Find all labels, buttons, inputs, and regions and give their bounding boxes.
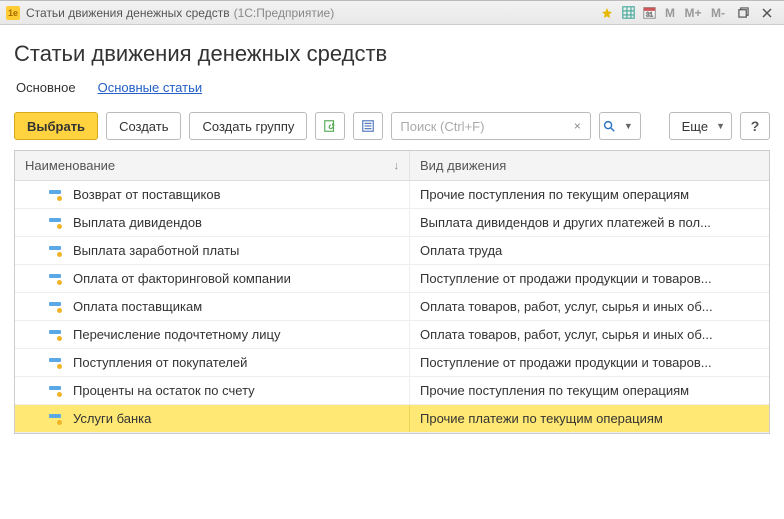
- more-button[interactable]: Еще ▼: [669, 112, 732, 140]
- cell-kind-text: Поступление от продажи продукции и товар…: [420, 355, 712, 370]
- tab-main[interactable]: Основное: [14, 77, 78, 98]
- cell-name-text: Оплата поставщикам: [73, 299, 202, 314]
- cell-kind-text: Оплата товаров, работ, услуг, сырья и ин…: [420, 299, 713, 314]
- cell-kind-text: Прочие поступления по текущим операциям: [420, 187, 689, 202]
- item-icon: [49, 301, 63, 313]
- memory-mminus-button[interactable]: M-: [706, 4, 730, 22]
- column-header-name[interactable]: Наименование ↓: [15, 151, 410, 180]
- item-icon: [49, 217, 63, 229]
- search-options-button[interactable]: ▼: [599, 112, 641, 140]
- window-restore-button[interactable]: [732, 4, 754, 22]
- column-header-kind-label: Вид движения: [420, 158, 506, 173]
- table-header: Наименование ↓ Вид движения: [15, 151, 769, 181]
- search-input[interactable]: [391, 112, 591, 140]
- calendar-icon[interactable]: 31: [639, 4, 659, 22]
- column-header-kind[interactable]: Вид движения: [410, 151, 769, 180]
- table-row[interactable]: Оплата от факторинговой компании Поступле…: [15, 265, 769, 293]
- titlebar: 1e Статьи движения денежных средств (1С:…: [0, 1, 784, 25]
- table: Наименование ↓ Вид движения Возврат от п…: [14, 150, 770, 434]
- cell-name: Перечисление подочтетному лицу: [15, 321, 410, 348]
- item-icon: [49, 385, 63, 397]
- window-title-suffix: (1С:Предприятие): [234, 6, 335, 20]
- window-title: Статьи движения денежных средств: [26, 6, 230, 20]
- sort-indicator-icon: ↓: [394, 160, 400, 172]
- cell-name: Оплата от факторинговой компании: [15, 265, 410, 292]
- cell-name: Проценты на остаток по счету: [15, 377, 410, 404]
- create-button[interactable]: Создать: [106, 112, 181, 140]
- cell-name: Возврат от поставщиков: [15, 181, 410, 208]
- memory-mplus-button[interactable]: M+: [681, 4, 705, 22]
- search-wrap: ×: [391, 112, 591, 140]
- window-close-button[interactable]: [756, 4, 778, 22]
- table-row[interactable]: Возврат от поставщиков Прочие поступления…: [15, 181, 769, 209]
- cell-name-text: Поступления от покупателей: [73, 355, 247, 370]
- memory-m-button[interactable]: M: [660, 4, 680, 22]
- cell-name-text: Выплата заработной платы: [73, 243, 239, 258]
- table-row[interactable]: Перечисление подочтетному лицу Оплата тов…: [15, 321, 769, 349]
- toolbar: Выбрать Создать Создать группу × ▼ Еще ▼: [14, 112, 770, 140]
- favorite-icon[interactable]: [597, 4, 617, 22]
- cell-kind: Выплата дивидендов и других платежей в п…: [410, 209, 769, 236]
- cell-kind: Поступление от продажи продукции и товар…: [410, 349, 769, 376]
- list-view-button[interactable]: [353, 112, 383, 140]
- item-icon: [49, 245, 63, 257]
- cell-kind: Оплата товаров, работ, услуг, сырья и ин…: [410, 293, 769, 320]
- tabs: Основное Основные статьи: [14, 77, 770, 98]
- create-group-button[interactable]: Создать группу: [189, 112, 307, 140]
- item-icon: [49, 189, 63, 201]
- cell-kind: Оплата труда: [410, 237, 769, 264]
- cell-kind-text: Прочие платежи по текущим операциям: [420, 411, 663, 426]
- more-button-label: Еще: [682, 119, 708, 134]
- table-row[interactable]: Оплата поставщикам Оплата товаров, работ,…: [15, 293, 769, 321]
- item-icon: [49, 273, 63, 285]
- cell-name-text: Проценты на остаток по счету: [73, 383, 255, 398]
- item-icon: [49, 357, 63, 369]
- help-button[interactable]: ?: [740, 112, 770, 140]
- cell-kind-text: Поступление от продажи продукции и товар…: [420, 271, 712, 286]
- cell-name-text: Перечисление подочтетному лицу: [73, 327, 280, 342]
- refresh-list-button[interactable]: [315, 112, 345, 140]
- table-body: Возврат от поставщиков Прочие поступления…: [15, 181, 769, 433]
- cell-kind: Оплата товаров, работ, услуг, сырья и ин…: [410, 321, 769, 348]
- cell-name: Выплата дивидендов: [15, 209, 410, 236]
- cell-name: Выплата заработной платы: [15, 237, 410, 264]
- cell-name-text: Возврат от поставщиков: [73, 187, 221, 202]
- column-header-name-label: Наименование: [25, 158, 115, 173]
- cell-kind-text: Выплата дивидендов и других платежей в п…: [420, 215, 711, 230]
- cell-kind-text: Оплата труда: [420, 243, 502, 258]
- cell-name: Поступления от покупателей: [15, 349, 410, 376]
- table-row[interactable]: Выплата дивидендов Выплата дивидендов и д…: [15, 209, 769, 237]
- cell-kind-text: Прочие поступления по текущим операциям: [420, 383, 689, 398]
- select-button[interactable]: Выбрать: [14, 112, 98, 140]
- grid-icon[interactable]: [618, 4, 638, 22]
- cell-kind: Прочие поступления по текущим операциям: [410, 181, 769, 208]
- page-title: Статьи движения денежных средств: [14, 41, 770, 67]
- cell-name: Оплата поставщикам: [15, 293, 410, 320]
- item-icon: [49, 413, 63, 425]
- cell-kind: Поступление от продажи продукции и товар…: [410, 265, 769, 292]
- cell-name: Услуги банка: [15, 405, 410, 432]
- item-icon: [49, 329, 63, 341]
- cell-kind: Прочие поступления по текущим операциям: [410, 377, 769, 404]
- table-row[interactable]: Поступления от покупателей Поступление от…: [15, 349, 769, 377]
- caret-down-icon: ▼: [716, 121, 725, 131]
- cell-kind-text: Оплата товаров, работ, услуг, сырья и ин…: [420, 327, 713, 342]
- cell-name-text: Услуги банка: [73, 411, 151, 426]
- table-row[interactable]: Выплата заработной платы Оплата труда: [15, 237, 769, 265]
- cell-name-text: Выплата дивидендов: [73, 215, 202, 230]
- cell-name-text: Оплата от факторинговой компании: [73, 271, 291, 286]
- cell-kind: Прочие платежи по текущим операциям: [410, 405, 769, 432]
- svg-text:31: 31: [645, 12, 653, 19]
- table-row[interactable]: Услуги банка Прочие платежи по текущим оп…: [15, 405, 769, 433]
- caret-down-icon: ▼: [624, 121, 633, 131]
- app-icon: 1e: [6, 6, 20, 20]
- search-clear-button[interactable]: ×: [567, 116, 587, 136]
- tab-main-items[interactable]: Основные статьи: [96, 77, 205, 98]
- table-row[interactable]: Проценты на остаток по счету Прочие посту…: [15, 377, 769, 405]
